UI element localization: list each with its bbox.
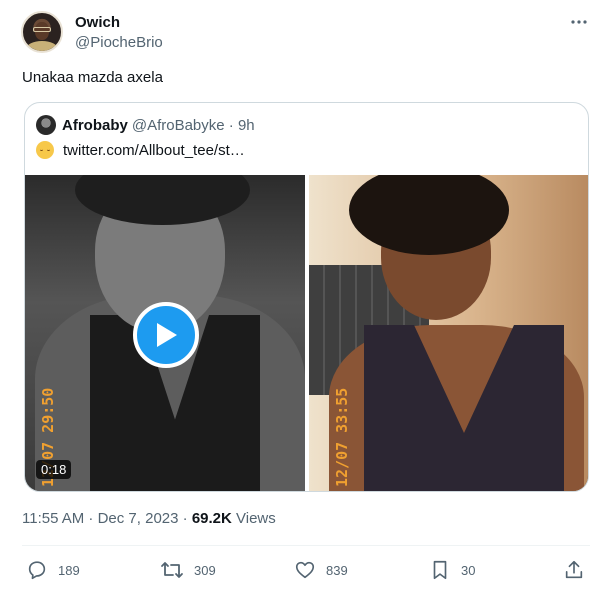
quoted-media[interactable]: 12/07 29:50 0:18 12/07 33:55 bbox=[25, 175, 588, 491]
like-count: 839 bbox=[326, 562, 348, 578]
video-thumbnail[interactable]: 12/07 29:50 0:18 bbox=[25, 175, 305, 491]
share-button[interactable] bbox=[563, 556, 595, 584]
quoted-text: twitter.com/Allbout_tee/st… bbox=[36, 141, 245, 159]
bookmark-icon bbox=[433, 560, 447, 580]
like-button[interactable]: 839 bbox=[294, 556, 348, 584]
author-display-name[interactable]: Owich bbox=[75, 14, 120, 31]
quoted-tweet[interactable]: Afrobaby @AfroBabyke · 9h twitter.com/Al… bbox=[24, 102, 589, 492]
photo-thumbnail[interactable]: 12/07 33:55 bbox=[309, 175, 588, 491]
quoted-link[interactable]: twitter.com/Allbout_tee/st… bbox=[63, 142, 245, 159]
author-handle[interactable]: @PiocheBrio bbox=[75, 34, 163, 51]
reply-button[interactable]: 189 bbox=[26, 556, 80, 584]
video-duration: 0:18 bbox=[36, 460, 72, 479]
reply-icon bbox=[28, 561, 46, 580]
repost-count: 309 bbox=[194, 562, 216, 578]
author-avatar[interactable] bbox=[21, 11, 63, 53]
views-label: Views bbox=[231, 510, 276, 527]
reply-count: 189 bbox=[58, 562, 80, 578]
action-bar: 189 309 839 30 bbox=[0, 556, 612, 584]
tweet-text: Unakaa mazda axela bbox=[22, 69, 163, 86]
quoted-avatar[interactable] bbox=[36, 115, 56, 135]
divider bbox=[22, 545, 590, 546]
play-button[interactable] bbox=[133, 302, 199, 368]
views-count: 69.2K bbox=[191, 510, 232, 527]
repost-button[interactable]: 309 bbox=[160, 556, 216, 584]
bookmark-button[interactable]: 30 bbox=[429, 556, 475, 584]
quoted-header: Afrobaby @AfroBabyke · 9h bbox=[36, 115, 255, 135]
quoted-handle-time[interactable]: @AfroBabyke · 9h bbox=[132, 117, 255, 134]
more-options-button[interactable] bbox=[567, 12, 591, 32]
like-icon bbox=[295, 561, 315, 579]
repost-icon bbox=[161, 562, 183, 578]
relieved-face-emoji-icon bbox=[36, 141, 54, 159]
play-icon bbox=[157, 323, 177, 347]
share-icon bbox=[565, 560, 583, 579]
photo-timestamp-overlay: 12/07 33:55 bbox=[333, 387, 351, 487]
tweet-meta: 11:55 AM · Dec 7, 2023 · 69.2K Views bbox=[22, 510, 276, 527]
bookmark-count: 30 bbox=[461, 562, 476, 578]
tweet-timestamp[interactable]: 11:55 AM · Dec 7, 2023 · bbox=[22, 510, 192, 527]
quoted-name[interactable]: Afrobaby bbox=[62, 117, 128, 134]
more-icon bbox=[571, 20, 587, 24]
